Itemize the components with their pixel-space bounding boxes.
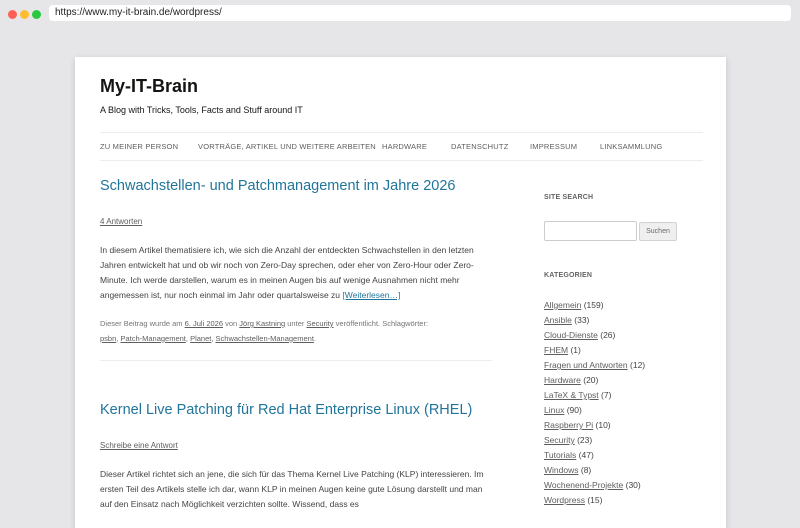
category-link[interactable]: Security: [544, 435, 575, 445]
search-button[interactable]: Suchen: [639, 222, 677, 241]
categories-widget-title: KATEGORIEN: [544, 272, 593, 279]
meta-prefix: Dieser Beitrag wurde am: [100, 318, 183, 328]
category-link[interactable]: Fragen und Antworten: [544, 360, 628, 370]
category-link[interactable]: Wordpress: [544, 495, 585, 505]
maximize-window-button[interactable]: [32, 10, 41, 19]
main-content: Schwachstellen- und Patchmanagement im J…: [100, 177, 492, 512]
site-description: A Blog with Tricks, Tools, Facts and Stu…: [100, 105, 303, 115]
nav-item-datenschutz[interactable]: DATENSCHUTZ: [451, 142, 508, 151]
nav-item-hardware[interactable]: HARDWARE: [382, 142, 427, 151]
category-link[interactable]: Cloud-Dienste: [544, 330, 598, 340]
category-item: Raspberry Pi (10): [544, 418, 704, 433]
tag-link[interactable]: Patch-Management: [120, 334, 185, 343]
meta-end: .: [313, 333, 316, 343]
category-count: (10): [595, 420, 611, 430]
close-window-button[interactable]: [8, 10, 17, 19]
post-excerpt: Dieser Artikel richtet sich an jene, die…: [100, 468, 484, 509]
category-item: Linux (90): [544, 403, 704, 418]
nav-item-impressum[interactable]: IMPRESSUM: [530, 142, 577, 151]
category-count: (1): [570, 345, 581, 355]
category-link[interactable]: Raspberry Pi: [544, 420, 593, 430]
tag-link[interactable]: Planet: [190, 334, 211, 343]
category-link[interactable]: Security: [306, 319, 333, 328]
post-title[interactable]: Schwachstellen- und Patchmanagement im J…: [100, 177, 492, 196]
category-item: Allgemein (159): [544, 298, 704, 313]
category-link[interactable]: Windows: [544, 465, 578, 475]
comments-link[interactable]: Schreibe eine Antwort: [100, 441, 178, 450]
post-meta: Dieser Beitrag wurde am 6. Juli 2026 von…: [100, 318, 429, 343]
search-input[interactable]: [544, 221, 637, 241]
post: Kernel Live Patching für Red Hat Enterpr…: [100, 401, 492, 512]
category-item: Wochenend-Projekte (30): [544, 478, 704, 493]
category-item: LaTeX & Typst (7): [544, 388, 704, 403]
category-count: (47): [578, 450, 594, 460]
category-item: Cloud-Dienste (26): [544, 328, 704, 343]
category-link[interactable]: Allgemein: [544, 300, 581, 310]
post-excerpt-text: In diesem Artikel thematisiere ich, wie …: [100, 244, 474, 300]
search-widget-title: SITE SEARCH: [544, 194, 594, 201]
sidebar: SITE SEARCH Suchen KATEGORIEN Allgemein …: [544, 194, 704, 508]
address-bar[interactable]: https://www.my-it-brain.de/wordpress/: [49, 5, 791, 21]
category-count: (33): [574, 315, 590, 325]
category-count: (23): [577, 435, 593, 445]
category-count: (90): [566, 405, 582, 415]
category-link[interactable]: LaTeX & Typst: [544, 390, 599, 400]
category-count: (30): [625, 480, 641, 490]
category-link[interactable]: Linux: [544, 405, 564, 415]
meta-in: unter: [287, 318, 305, 328]
tag-link[interactable]: Schwachstellen-Management: [216, 334, 314, 343]
category-item: Hardware (20): [544, 373, 704, 388]
meta-published: veröffentlicht. Schlagwörter:: [335, 318, 429, 328]
nav-item-vortraege[interactable]: VORTRÄGE, ARTIKEL UND WEITERE ARBEITEN: [198, 142, 376, 151]
search-widget: SITE SEARCH Suchen: [544, 194, 704, 264]
main-navigation: ZU MEINER PERSON VORTRÄGE, ARTIKEL UND W…: [100, 132, 703, 161]
category-list: Allgemein (159) Ansible (33) Cloud-Diens…: [544, 298, 704, 508]
post-excerpt: In diesem Artikel thematisiere ich, wie …: [100, 243, 492, 303]
nav-item-linksammlung[interactable]: LINKSAMMLUNG: [600, 142, 662, 151]
nav-item-zu-meiner-person[interactable]: ZU MEINER PERSON: [100, 142, 178, 151]
category-count: (12): [630, 360, 646, 370]
category-item: Security (23): [544, 433, 704, 448]
tag-link[interactable]: psbn: [100, 334, 116, 343]
category-count: (8): [580, 465, 592, 475]
post: Schwachstellen- und Patchmanagement im J…: [100, 177, 492, 361]
category-item: Ansible (33): [544, 313, 704, 328]
category-item: Wordpress (15): [544, 493, 704, 508]
category-link[interactable]: Ansible: [544, 315, 572, 325]
category-item: FHEM (1): [544, 343, 704, 358]
category-link[interactable]: Hardware: [544, 375, 581, 385]
category-item: Windows (8): [544, 463, 704, 478]
categories-widget: KATEGORIEN Allgemein (159) Ansible (33) …: [544, 272, 704, 508]
category-count: (26): [600, 330, 616, 340]
site-title[interactable]: My-IT-Brain: [100, 76, 198, 97]
category-count: (7): [601, 390, 612, 400]
minimize-window-button[interactable]: [20, 10, 29, 19]
post-date-link[interactable]: 6. Juli 2026: [185, 319, 223, 328]
category-count: (159): [583, 300, 604, 310]
category-count: (20): [583, 375, 599, 385]
author-link[interactable]: Jörg Kastning: [239, 319, 285, 328]
blog-page: My-IT-Brain A Blog with Tricks, Tools, F…: [75, 57, 726, 528]
category-link[interactable]: FHEM: [544, 345, 568, 355]
read-more-link[interactable]: [Weiterlesen…]: [342, 290, 400, 300]
post-separator: [100, 359, 492, 361]
category-count: (15): [587, 495, 603, 505]
meta-by: von: [225, 318, 238, 328]
comments-link[interactable]: 4 Antworten: [100, 217, 142, 226]
category-link[interactable]: Wochenend-Projekte: [544, 480, 623, 490]
category-item: Fragen und Antworten (12): [544, 358, 704, 373]
browser-toolbar: https://www.my-it-brain.de/wordpress/: [0, 0, 800, 28]
category-link[interactable]: Tutorials: [544, 450, 576, 460]
category-item: Tutorials (47): [544, 448, 704, 463]
post-title[interactable]: Kernel Live Patching für Red Hat Enterpr…: [100, 401, 492, 420]
